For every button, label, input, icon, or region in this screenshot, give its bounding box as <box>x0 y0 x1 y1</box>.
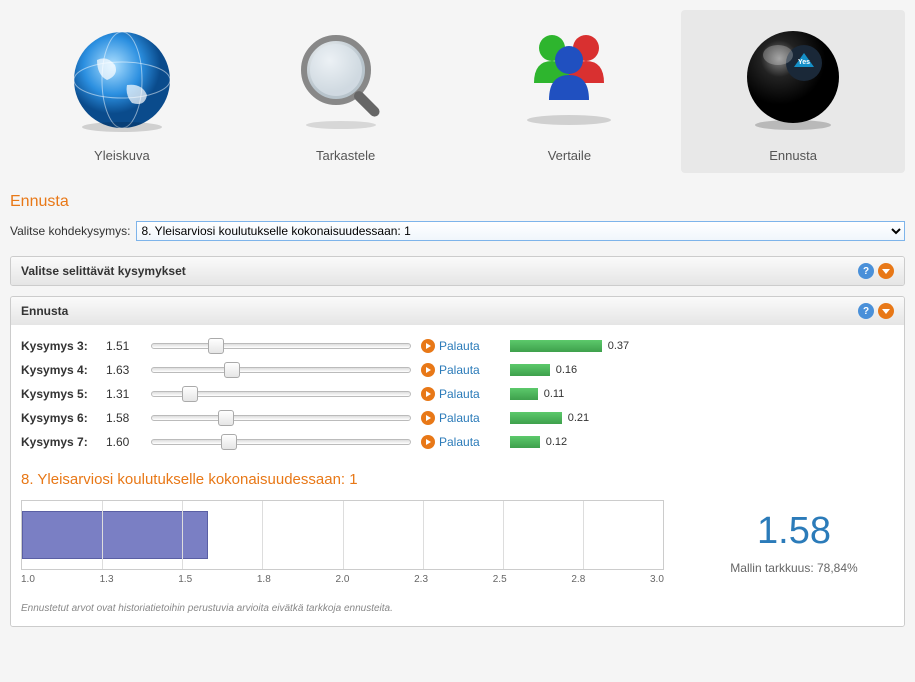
question-value: 1.51 <box>106 339 141 353</box>
question-row: Kysymys 7: 1.60 Palauta 0.12 <box>21 433 894 451</box>
main-tabs: Yleiskuva Tarkastele Vertaile <box>10 10 905 173</box>
weight-bar: 0.16 <box>510 364 577 376</box>
play-icon <box>421 387 435 401</box>
question-value: 1.58 <box>106 411 141 425</box>
question-row: Kysymys 3: 1.51 Palauta 0.37 <box>21 337 894 355</box>
result-chart: 1.0 1.3 1.5 1.8 2.0 2.3 2.5 2.8 3.0 <box>21 500 664 585</box>
weight-bar: 0.21 <box>510 412 589 424</box>
chart-tick: 1.0 <box>21 574 35 585</box>
select-label: Valitse kohdekysymys: <box>10 224 131 238</box>
reset-button[interactable]: Palauta <box>421 435 480 449</box>
target-question-select[interactable]: 8. Yleisarviosi koulutukselle kokonaisuu… <box>136 221 906 241</box>
question-value: 1.31 <box>106 387 141 401</box>
collapse-icon[interactable] <box>878 263 894 279</box>
page-title: Ennusta <box>10 193 905 211</box>
svg-text:Yes: Yes <box>798 59 810 66</box>
globe-icon <box>20 20 224 140</box>
result-accuracy: Mallin tarkkuus: 78,84% <box>694 561 894 575</box>
question-label: Kysymys 3: <box>21 339 96 353</box>
question-value: 1.63 <box>106 363 141 377</box>
panel-title: Valitse selittävät kysymykset <box>21 264 186 278</box>
question-slider[interactable] <box>151 385 411 403</box>
tab-vertaile[interactable]: Vertaile <box>458 10 682 173</box>
question-row: Kysymys 4: 1.63 Palauta 0.16 <box>21 361 894 379</box>
people-icon <box>468 20 672 140</box>
question-slider[interactable] <box>151 337 411 355</box>
panel-header[interactable]: Ennusta ? <box>11 297 904 325</box>
magnifier-icon <box>244 20 448 140</box>
chart-tick: 1.3 <box>100 574 114 585</box>
question-label: Kysymys 5: <box>21 387 96 401</box>
weight-bar: 0.37 <box>510 340 629 352</box>
play-icon <box>421 411 435 425</box>
help-icon[interactable]: ? <box>858 303 874 319</box>
panel-title: Ennusta <box>21 304 68 318</box>
panel-predict: Ennusta ? Kysymys 3:1.51Palauta0.37Kysym… <box>10 296 905 627</box>
play-icon <box>421 339 435 353</box>
reset-label: Palauta <box>439 411 480 425</box>
chart-tick: 2.0 <box>336 574 350 585</box>
result-title: 8. Yleisarviosi koulutukselle kokonaisuu… <box>21 471 894 488</box>
chart-tick: 2.3 <box>414 574 428 585</box>
tab-label: Tarkastele <box>244 148 448 163</box>
reset-button[interactable]: Palauta <box>421 363 480 377</box>
help-icon[interactable]: ? <box>858 263 874 279</box>
question-label: Kysymys 7: <box>21 435 96 449</box>
chart-tick: 3.0 <box>650 574 664 585</box>
reset-button[interactable]: Palauta <box>421 411 480 425</box>
tab-label: Yleiskuva <box>20 148 224 163</box>
panel-explanatory: Valitse selittävät kysymykset ? <box>10 256 905 286</box>
tab-label: Vertaile <box>468 148 672 163</box>
question-value: 1.60 <box>106 435 141 449</box>
question-slider[interactable] <box>151 409 411 427</box>
question-label: Kysymys 4: <box>21 363 96 377</box>
reset-button[interactable]: Palauta <box>421 387 480 401</box>
collapse-icon[interactable] <box>878 303 894 319</box>
panel-body: Kysymys 3: 1.51 Palauta 0.37 Kysymys 4: 1.63 P… <box>11 325 904 626</box>
question-slider[interactable] <box>151 433 411 451</box>
weight-bar: 0.11 <box>510 388 565 400</box>
tab-yleiskuva[interactable]: Yleiskuva <box>10 10 234 173</box>
eightball-icon: Yes <box>691 20 895 140</box>
question-label: Kysymys 6: <box>21 411 96 425</box>
play-icon <box>421 435 435 449</box>
reset-label: Palauta <box>439 339 480 353</box>
question-row: Kysymys 6: 1.58 Palauta 0.21 <box>21 409 894 427</box>
disclaimer: Ennustetut arvot ovat historiatietoihin … <box>21 603 894 614</box>
tab-ennusta[interactable]: Yes Ennusta <box>681 10 905 173</box>
reset-label: Palauta <box>439 363 480 377</box>
question-row: Kysymys 5: 1.31 Palauta 0.11 <box>21 385 894 403</box>
question-slider[interactable] <box>151 361 411 379</box>
tab-tarkastele[interactable]: Tarkastele <box>234 10 458 173</box>
reset-label: Palauta <box>439 435 480 449</box>
play-icon <box>421 363 435 377</box>
panel-header[interactable]: Valitse selittävät kysymykset ? <box>11 257 904 285</box>
chart-tick: 2.8 <box>571 574 585 585</box>
reset-label: Palauta <box>439 387 480 401</box>
result-number: 1.58 <box>694 510 894 553</box>
reset-button[interactable]: Palauta <box>421 339 480 353</box>
chart-tick: 1.5 <box>178 574 192 585</box>
chart-tick: 1.8 <box>257 574 271 585</box>
chart-tick: 2.5 <box>493 574 507 585</box>
target-question-row: Valitse kohdekysymys: 8. Yleisarviosi ko… <box>10 221 905 241</box>
tab-label: Ennusta <box>691 148 895 163</box>
weight-bar: 0.12 <box>510 436 567 448</box>
